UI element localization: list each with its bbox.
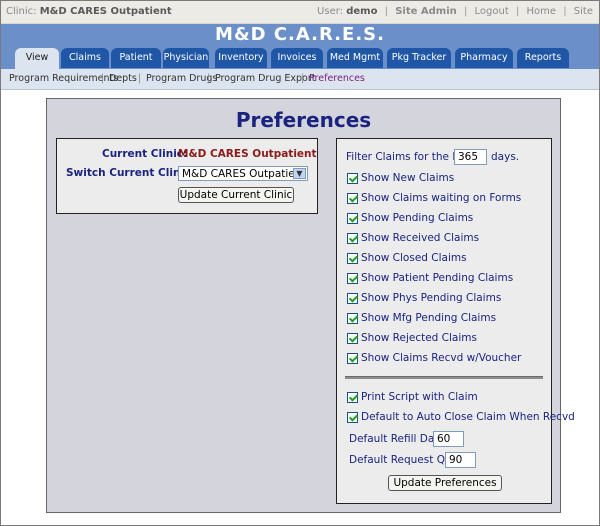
- chevron-down-icon[interactable]: ▼: [293, 168, 306, 179]
- separator: |: [207, 73, 211, 84]
- tab-invoices[interactable]: Invoices: [271, 48, 323, 68]
- separator: |: [384, 6, 389, 17]
- refill-days-input[interactable]: 60: [433, 431, 464, 447]
- print-script-label: Print Script with Claim: [361, 391, 478, 403]
- page-title: Preferences: [235, 108, 372, 132]
- tab-pkg-tracker[interactable]: Pkg Tracker: [387, 48, 451, 68]
- show-mfg-pending-label: Show Mfg Pending Claims: [361, 312, 497, 324]
- filter-days-input[interactable]: 365: [454, 149, 487, 165]
- subnav-preferences[interactable]: Preferences: [309, 73, 365, 84]
- request-qty-input[interactable]: 90: [445, 452, 476, 468]
- tab-inventory[interactable]: Inventory: [215, 48, 267, 68]
- home-link[interactable]: Home: [527, 6, 557, 17]
- auto-close-label: Default to Auto Close Claim When Recvd: [361, 411, 575, 423]
- tab-patient[interactable]: Patient: [111, 48, 161, 68]
- preferences-panel: Preferences Current Clinic: M&D CARES Ou…: [46, 98, 575, 513]
- show-patient-pending-checkbox[interactable]: [347, 273, 358, 284]
- show-closed-claims-label: Show Closed Claims: [361, 252, 467, 264]
- current-clinic-label: Current Clinic:: [102, 148, 188, 160]
- user-links: User: demo | Site Admin | Logout | Home …: [317, 6, 593, 17]
- site-link[interactable]: Site: [574, 6, 593, 17]
- clinic-label: Clinic:: [6, 6, 37, 17]
- request-qty-label: Default Request Qty:: [349, 454, 459, 466]
- filter-days-suffix: days.: [491, 151, 520, 163]
- preferences-box: Filter Claims for the last 365 days. Sho…: [336, 138, 575, 504]
- show-claims-voucher-label: Show Claims Recvd w/Voucher: [361, 352, 522, 364]
- site-admin-link[interactable]: Site Admin: [395, 6, 457, 17]
- clinic-box: Current Clinic: M&D CARES Outpatient Swi…: [56, 138, 318, 214]
- show-phys-pending-label: Show Phys Pending Claims: [361, 292, 502, 304]
- user-label: User:: [317, 6, 344, 17]
- app-window: Clinic: M&D CARES Outpatient User: demo …: [0, 0, 600, 526]
- show-claims-waiting-forms-label: Show Claims waiting on Forms: [361, 192, 522, 204]
- divider: [345, 376, 543, 379]
- tab-view[interactable]: View: [15, 48, 59, 69]
- show-patient-pending-label: Show Patient Pending Claims: [361, 272, 514, 284]
- tab-med-mgmt[interactable]: Med Mgmt: [327, 48, 383, 68]
- separator: |: [563, 6, 567, 17]
- show-phys-pending-checkbox[interactable]: [347, 293, 358, 304]
- separator: |: [463, 6, 468, 17]
- auto-close-checkbox[interactable]: [347, 412, 358, 423]
- switch-clinic-value: M&D CARES Outpatient: [182, 168, 306, 180]
- separator: |: [515, 6, 520, 17]
- switch-clinic-select[interactable]: M&D CARES Outpatient ▼: [178, 166, 308, 181]
- switch-clinic-label: Switch Current Clinic:: [66, 167, 195, 179]
- show-claims-voucher-checkbox[interactable]: [347, 353, 358, 364]
- top-bar: Clinic: M&D CARES Outpatient User: demo …: [1, 1, 599, 24]
- tab-pharmacy[interactable]: Pharmacy: [455, 48, 513, 68]
- show-pending-claims-checkbox[interactable]: [347, 213, 358, 224]
- logout-link[interactable]: Logout: [475, 6, 509, 17]
- show-rejected-claims-checkbox[interactable]: [347, 333, 358, 344]
- clinic-indicator: Clinic: M&D CARES Outpatient: [6, 6, 172, 17]
- show-closed-claims-checkbox[interactable]: [347, 253, 358, 264]
- print-script-checkbox[interactable]: [347, 392, 358, 403]
- clinic-name: M&D CARES Outpatient: [39, 6, 172, 17]
- show-rejected-claims-label: Show Rejected Claims: [361, 332, 477, 344]
- show-claims-waiting-forms-checkbox[interactable]: [347, 193, 358, 204]
- tab-physician[interactable]: Physician: [163, 48, 209, 68]
- show-received-claims-checkbox[interactable]: [347, 233, 358, 244]
- filter-claims-label: Filter Claims for the last: [346, 151, 472, 163]
- tab-reports[interactable]: Reports: [517, 48, 569, 68]
- tab-claims[interactable]: Claims: [61, 48, 109, 68]
- app-title: M&D C.A.R.E.S.: [215, 24, 385, 45]
- app-header: M&D C.A.R.E.S. View Claims Patient Physi…: [1, 24, 599, 69]
- separator: |: [138, 73, 142, 84]
- update-preferences-button[interactable]: Update Preferences: [388, 475, 502, 491]
- show-new-claims-label: Show New Claims: [361, 172, 455, 184]
- separator: |: [101, 73, 105, 84]
- show-new-claims-checkbox[interactable]: [347, 173, 358, 184]
- subnav-depts[interactable]: Depts: [109, 73, 137, 84]
- user-name: demo: [346, 6, 378, 17]
- show-mfg-pending-checkbox[interactable]: [347, 313, 358, 324]
- update-current-clinic-button[interactable]: Update Current Clinic: [178, 187, 294, 203]
- show-pending-claims-label: Show Pending Claims: [361, 212, 474, 224]
- current-clinic-value: M&D CARES Outpatient: [178, 148, 317, 160]
- show-received-claims-label: Show Received Claims: [361, 232, 480, 244]
- separator: |: [301, 73, 305, 84]
- sub-navigation: Program Requirements | Depts | Program D…: [1, 69, 599, 90]
